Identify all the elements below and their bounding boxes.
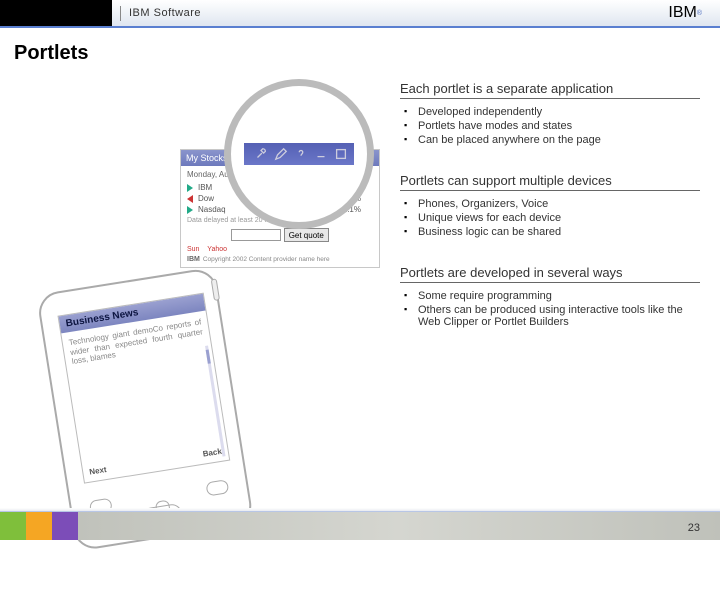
bullet-item: Some require programming bbox=[404, 289, 700, 303]
section-heading-1: Each portlet is a separate application bbox=[400, 81, 700, 99]
pda-scrollbar[interactable] bbox=[205, 346, 225, 457]
header-section-title: IBM Software bbox=[129, 7, 201, 19]
bullet-list-2: Phones, Organizers, Voice Unique views f… bbox=[404, 197, 700, 239]
footer-gray-strip bbox=[78, 512, 720, 540]
link-sun[interactable]: Sun bbox=[187, 246, 199, 253]
tiny-ibm-logo: IBM bbox=[187, 256, 200, 263]
portlet-links: Sun Yahoo bbox=[187, 246, 373, 253]
bullet-item: Portlets have modes and states bbox=[404, 119, 700, 133]
up-triangle-icon bbox=[187, 195, 193, 203]
bullet-item: Phones, Organizers, Voice bbox=[404, 197, 700, 211]
pda-soft-right bbox=[205, 479, 229, 496]
magnified-toolbar bbox=[244, 143, 354, 165]
section-heading-3: Portlets are developed in several ways bbox=[400, 265, 700, 283]
divider bbox=[120, 6, 121, 21]
bullet-item: Others can be produced using interactive… bbox=[404, 303, 700, 329]
get-quote-button[interactable]: Get quote bbox=[284, 228, 329, 242]
bullet-item: Business logic can be shared bbox=[404, 225, 700, 239]
header-black-block bbox=[0, 0, 112, 26]
pencil-icon[interactable] bbox=[274, 147, 288, 161]
bullet-item: Developed independently bbox=[404, 105, 700, 119]
help-icon[interactable] bbox=[294, 147, 308, 161]
slide-title: Portlets bbox=[14, 42, 720, 65]
down-triangle-icon bbox=[187, 206, 193, 214]
wrench-icon[interactable] bbox=[254, 147, 268, 161]
footer-purple-block bbox=[52, 512, 78, 540]
pda-next-button[interactable]: Next bbox=[89, 465, 108, 477]
bullet-list-1: Developed independently Portlets have mo… bbox=[404, 105, 700, 147]
quote-row: Get quote bbox=[187, 228, 373, 242]
pda-side-button bbox=[211, 278, 220, 301]
portlet-title: My Stocks bbox=[186, 153, 228, 163]
stock-symbol: Nasdaq bbox=[198, 205, 236, 214]
registered-mark: ® bbox=[697, 10, 702, 17]
page-number: 23 bbox=[688, 522, 700, 534]
quote-input[interactable] bbox=[231, 229, 281, 241]
pda-back-button[interactable]: Back bbox=[202, 447, 222, 459]
stock-symbol: Dow bbox=[198, 194, 236, 203]
illustration-area: My Stocks ✎ ? – ▢ Monday, August 5, 2002… bbox=[0, 75, 400, 445]
copyright-text: Copyright 2002 Content provider name her… bbox=[203, 256, 330, 263]
footer bbox=[0, 512, 720, 540]
header-logo-area: IBM ® bbox=[668, 4, 702, 22]
text-column: Each portlet is a separate application D… bbox=[400, 75, 700, 445]
minimize-icon[interactable] bbox=[314, 147, 328, 161]
section-heading-2: Portlets can support multiple devices bbox=[400, 173, 700, 191]
ibm-logo: IBM bbox=[668, 4, 696, 22]
pda-device: Business News Technology giant demoCo re… bbox=[36, 259, 310, 591]
magnifier-lens bbox=[224, 79, 374, 229]
portlet-copyright: IBM Copyright 2002 Content provider name… bbox=[187, 256, 373, 263]
bullet-list-3: Some require programming Others can be p… bbox=[404, 289, 700, 329]
header-bar: IBM Software IBM ® bbox=[0, 0, 720, 28]
footer-green-block bbox=[0, 512, 26, 540]
down-triangle-icon bbox=[187, 184, 193, 192]
pda-screen: Business News Technology giant demoCo re… bbox=[57, 293, 230, 484]
maximize-icon[interactable] bbox=[334, 147, 348, 161]
footer-orange-block bbox=[26, 512, 52, 540]
bullet-item: Unique views for each device bbox=[404, 211, 700, 225]
link-yahoo[interactable]: Yahoo bbox=[207, 246, 227, 253]
bullet-item: Can be placed anywhere on the page bbox=[404, 133, 700, 147]
